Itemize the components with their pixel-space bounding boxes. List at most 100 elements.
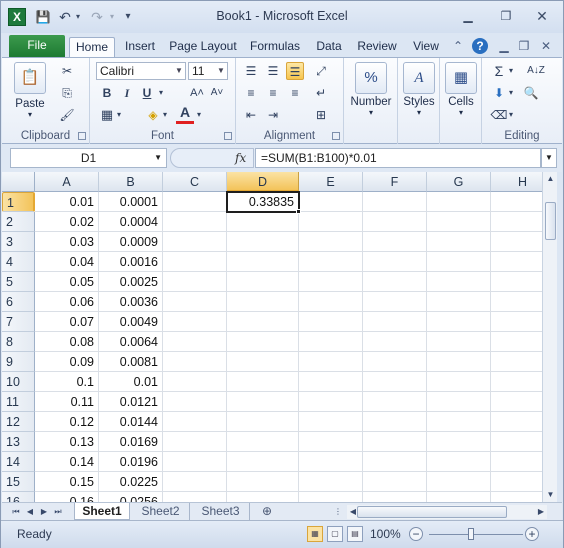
cell-g8[interactable] — [427, 332, 491, 352]
cell-c15[interactable] — [163, 472, 227, 492]
format-painter-icon[interactable]: 🖌 — [58, 106, 76, 124]
cell-e13[interactable] — [299, 432, 363, 452]
cell-g6[interactable] — [427, 292, 491, 312]
row-header[interactable]: 8 — [2, 332, 35, 352]
cell-d14[interactable] — [227, 452, 299, 472]
cell-e2[interactable] — [299, 212, 363, 232]
font-color-icon[interactable]: A — [176, 104, 194, 124]
column-header-g[interactable]: G — [427, 172, 491, 192]
cell-c7[interactable] — [163, 312, 227, 332]
cell-f10[interactable] — [363, 372, 427, 392]
cell-h5[interactable] — [491, 272, 542, 292]
row-header[interactable]: 4 — [2, 252, 35, 272]
cell-a1[interactable]: 0.01 — [35, 192, 99, 212]
cell-h9[interactable] — [491, 352, 542, 372]
tab-view[interactable]: View — [407, 37, 445, 57]
tab-data[interactable]: Data — [311, 37, 347, 57]
cell-f8[interactable] — [363, 332, 427, 352]
merge-center-icon[interactable]: ⊞ — [312, 106, 330, 124]
cell-c6[interactable] — [163, 292, 227, 312]
worksheet-grid[interactable]: A B C D E F G H 1 0.01 0.0001 0.33835 2 0.02 0.0004 3 0.… — [2, 172, 542, 502]
row-header[interactable]: 15 — [2, 472, 35, 492]
align-bottom-icon[interactable]: ☰ — [286, 62, 304, 80]
align-middle-icon[interactable]: ☰ — [264, 62, 282, 80]
column-header-f[interactable]: F — [363, 172, 427, 192]
cell-g1[interactable] — [427, 192, 491, 212]
cell-c10[interactable] — [163, 372, 227, 392]
autosum-dropdown-icon[interactable]: ▾ — [506, 62, 516, 80]
cell-a16[interactable]: 0.16 — [35, 492, 99, 502]
clear-dropdown-icon[interactable]: ▾ — [506, 106, 516, 124]
cell-d10[interactable] — [227, 372, 299, 392]
select-all-corner[interactable] — [2, 172, 35, 192]
cell-e4[interactable] — [299, 252, 363, 272]
grow-font-icon[interactable]: A˄ — [188, 84, 206, 102]
italic-icon[interactable]: I — [118, 84, 136, 102]
decrease-indent-icon[interactable]: ⇤ — [242, 106, 260, 124]
row-header[interactable]: 12 — [2, 412, 35, 432]
cell-f3[interactable] — [363, 232, 427, 252]
tab-sheet1[interactable]: Sheet1 — [74, 503, 130, 520]
cell-a8[interactable]: 0.08 — [35, 332, 99, 352]
cell-f5[interactable] — [363, 272, 427, 292]
cell-f11[interactable] — [363, 392, 427, 412]
tab-home[interactable]: Home — [69, 37, 115, 57]
cell-h14[interactable] — [491, 452, 542, 472]
align-top-icon[interactable]: ☰ — [242, 62, 260, 80]
column-header-a[interactable]: A — [35, 172, 99, 192]
horizontal-scroll-thumb[interactable] — [357, 506, 507, 518]
font-size-select[interactable]: 11 ▼ — [188, 62, 228, 80]
row-header[interactable]: 2 — [2, 212, 35, 232]
cell-b7[interactable]: 0.0049 — [99, 312, 163, 332]
cell-e7[interactable] — [299, 312, 363, 332]
paste-button[interactable]: 📋 Paste ▾ — [8, 62, 52, 119]
cell-d11[interactable] — [227, 392, 299, 412]
cell-g7[interactable] — [427, 312, 491, 332]
next-sheet-icon[interactable]: ▶ — [38, 505, 50, 519]
cell-b6[interactable]: 0.0036 — [99, 292, 163, 312]
align-center-icon[interactable]: ≡ — [264, 84, 282, 102]
scroll-up-icon[interactable]: ▲ — [543, 172, 558, 186]
cell-b2[interactable]: 0.0004 — [99, 212, 163, 232]
cell-h4[interactable] — [491, 252, 542, 272]
cell-h2[interactable] — [491, 212, 542, 232]
cell-h7[interactable] — [491, 312, 542, 332]
cell-f14[interactable] — [363, 452, 427, 472]
cell-g13[interactable] — [427, 432, 491, 452]
cell-b3[interactable]: 0.0009 — [99, 232, 163, 252]
tab-review[interactable]: Review — [353, 37, 401, 57]
cell-h8[interactable] — [491, 332, 542, 352]
insert-sheet-icon[interactable]: ⊕ — [254, 503, 280, 520]
cell-c11[interactable] — [163, 392, 227, 412]
cell-f13[interactable] — [363, 432, 427, 452]
cell-f12[interactable] — [363, 412, 427, 432]
tab-file[interactable]: File — [9, 35, 65, 57]
cell-a11[interactable]: 0.11 — [35, 392, 99, 412]
name-box[interactable]: D1 ▼ — [10, 148, 167, 168]
cell-d13[interactable] — [227, 432, 299, 452]
cell-g15[interactable] — [427, 472, 491, 492]
font-launcher-icon[interactable]: . — [224, 132, 232, 140]
fill-color-dropdown-icon[interactable]: ▾ — [160, 106, 170, 124]
cell-a13[interactable]: 0.13 — [35, 432, 99, 452]
orientation-icon[interactable]: ⤢ — [312, 62, 330, 80]
cell-d2[interactable] — [227, 212, 299, 232]
tab-page-layout[interactable]: Page Layout — [167, 37, 239, 57]
scroll-left-icon[interactable]: ◀ — [347, 505, 359, 519]
cell-g2[interactable] — [427, 212, 491, 232]
wrap-text-icon[interactable]: ↵ — [312, 84, 330, 102]
cell-a10[interactable]: 0.1 — [35, 372, 99, 392]
column-header-c[interactable]: C — [163, 172, 227, 192]
column-header-h[interactable]: H — [491, 172, 542, 192]
fill-handle[interactable] — [296, 209, 301, 214]
alignment-launcher-icon[interactable]: . — [332, 132, 340, 140]
row-header[interactable]: 3 — [2, 232, 35, 252]
scroll-right-icon[interactable]: ▶ — [535, 505, 547, 519]
cells-button[interactable]: ▦ Cells ▾ — [442, 62, 480, 117]
cell-g9[interactable] — [427, 352, 491, 372]
increase-indent-icon[interactable]: ⇥ — [264, 106, 282, 124]
cell-a3[interactable]: 0.03 — [35, 232, 99, 252]
cell-f6[interactable] — [363, 292, 427, 312]
cut-icon[interactable]: ✂ — [58, 62, 76, 80]
cell-b16[interactable]: 0.0256 — [99, 492, 163, 502]
